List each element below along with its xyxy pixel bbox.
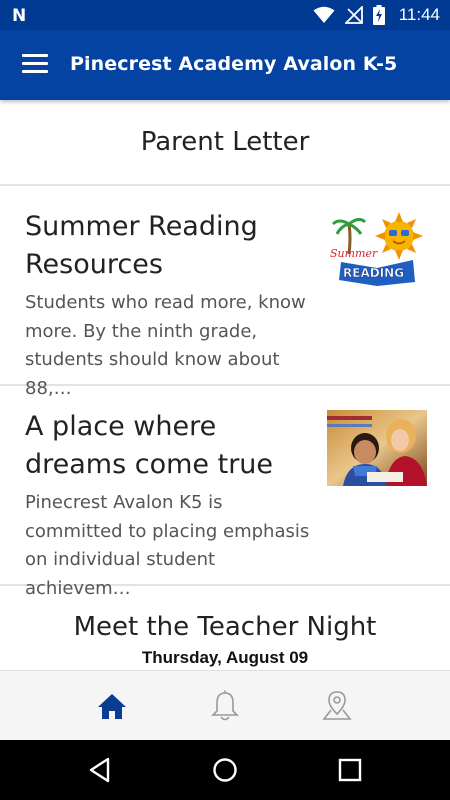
- event-title: Meet the Teacher Night: [73, 612, 377, 642]
- teacher-student-photo: [327, 410, 427, 486]
- app-bar: Pinecrest Academy Avalon K-5: [0, 30, 450, 100]
- battery-charging-icon: [372, 5, 385, 25]
- summer-reading-logo: Summer READING: [327, 210, 427, 286]
- status-time: 11:44: [398, 5, 440, 24]
- app-screen: N 11:44 Pinecrest Academy Avalon K-5 Par…: [0, 0, 450, 800]
- recents-icon[interactable]: [336, 756, 364, 784]
- wifi-icon: [313, 6, 335, 23]
- hamburger-menu-icon[interactable]: [22, 54, 48, 76]
- map-pin-icon[interactable]: [319, 689, 355, 723]
- event-meet-the-teacher[interactable]: Meet the Teacher Night Thursday, August …: [0, 586, 450, 670]
- section-title: Parent Letter: [0, 100, 450, 186]
- home-circle-icon[interactable]: [211, 756, 239, 784]
- home-icon[interactable]: [94, 689, 130, 723]
- svg-text:READING: READING: [343, 266, 404, 280]
- no-signal-icon: [344, 6, 363, 24]
- content-feed[interactable]: Parent Letter Summer Reading Resources S…: [0, 100, 450, 670]
- back-icon[interactable]: [86, 756, 114, 784]
- card-title: A place where dreams come true: [25, 411, 274, 480]
- bottom-nav: [0, 670, 450, 740]
- system-nav-bar: [0, 740, 450, 800]
- n-notification-icon: N: [12, 6, 27, 26]
- svg-text:Summer: Summer: [330, 247, 378, 260]
- status-icons: 11:44: [313, 0, 440, 30]
- event-date: Thursday, August 09: [141, 648, 309, 667]
- news-card-summer-reading[interactable]: Summer Reading Resources Students who re…: [0, 186, 450, 399]
- status-bar: N 11:44: [0, 0, 450, 30]
- card-title: Summer Reading Resources: [25, 211, 258, 280]
- app-title: Pinecrest Academy Avalon K-5: [70, 53, 398, 75]
- news-card-dreams[interactable]: A place where dreams come true Pinecrest…: [0, 386, 450, 599]
- bell-icon[interactable]: [207, 689, 243, 723]
